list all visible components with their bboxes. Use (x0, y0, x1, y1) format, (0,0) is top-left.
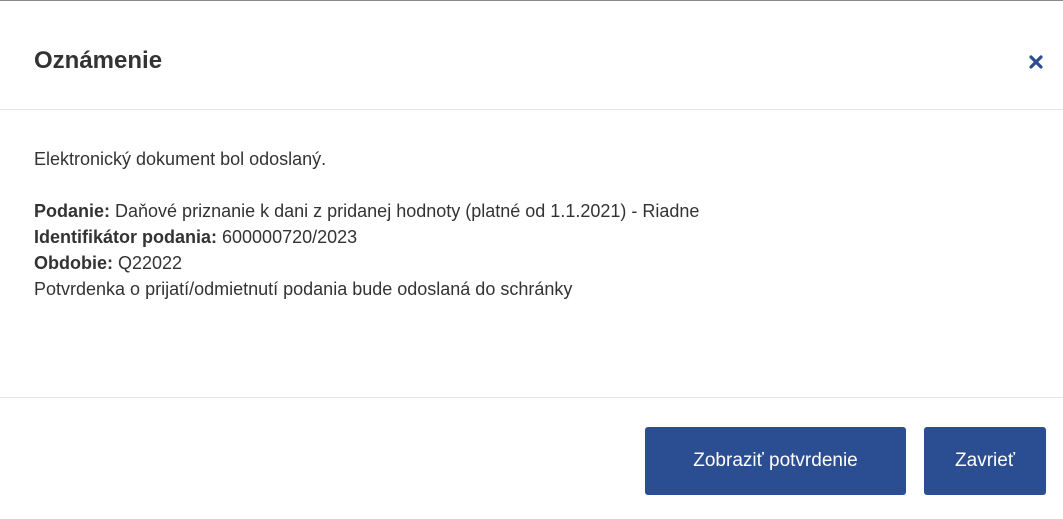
close-icon (1025, 51, 1047, 73)
submission-label: Podanie: (34, 201, 111, 221)
close-dialog-button[interactable]: Zavrieť (924, 427, 1046, 495)
show-confirmation-button[interactable]: Zobraziť potvrdenie (645, 427, 906, 495)
close-button[interactable] (1025, 51, 1047, 73)
dialog-title: Oznámenie (34, 47, 163, 74)
dialog-body: Elektronický dokument bol odoslaný. Poda… (0, 110, 1063, 398)
submission-id-row: Identifikátor podania: 600000720/2023 (34, 224, 1029, 250)
notification-dialog: Oznámenie Elektronický dokument bol odos… (0, 0, 1063, 519)
dialog-footer: Zobraziť potvrdenie Zavrieť (0, 398, 1063, 519)
receipt-note: Potvrdenka o prijatí/odmietnutí podania … (34, 279, 573, 299)
dialog-header: Oznámenie (0, 1, 1063, 110)
period-value: Q22022 (113, 253, 183, 273)
period-row: Obdobie: Q22022 (34, 250, 1029, 276)
submission-row: Podanie: Daňové priznanie k dani z prida… (34, 198, 1029, 224)
submission-value: Daňové priznanie k dani z pridanej hodno… (110, 201, 700, 221)
submission-details: Podanie: Daňové priznanie k dani z prida… (34, 172, 1029, 302)
status-message: Elektronický dokument bol odoslaný. (34, 149, 327, 169)
period-label: Obdobie: (34, 253, 113, 273)
submission-id-label: Identifikátor podania: (34, 227, 218, 247)
submission-id-value: 600000720/2023 (217, 227, 358, 247)
